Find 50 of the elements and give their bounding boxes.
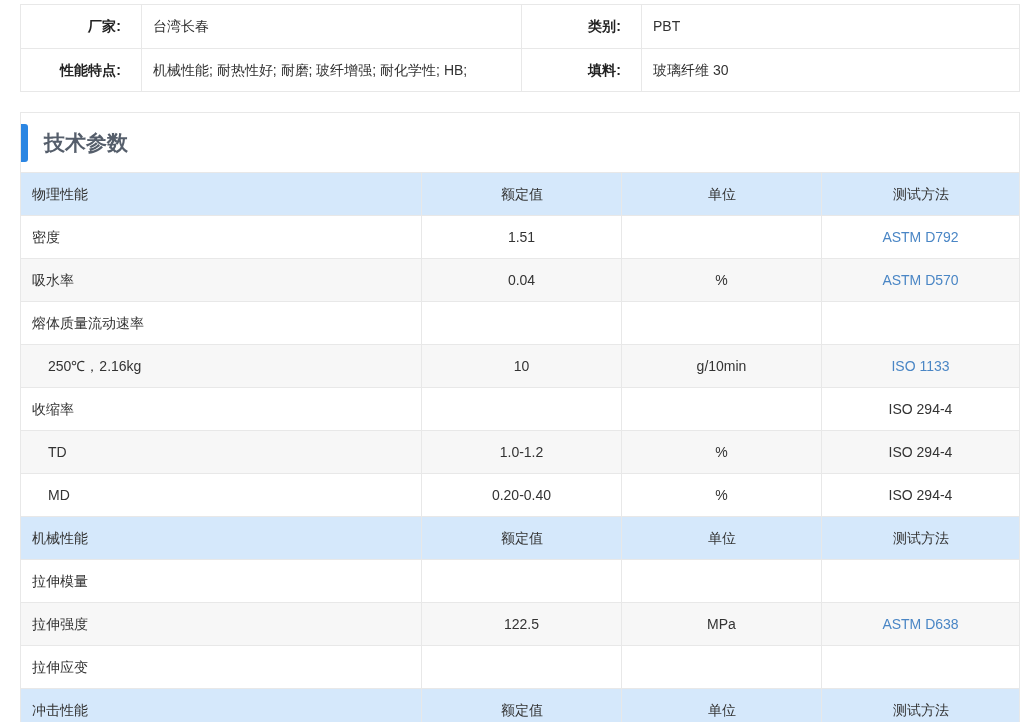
group-heading: 机械性能: [32, 528, 88, 548]
property-name: 熔体质量流动速率: [32, 313, 144, 333]
test-method-link[interactable]: ASTM D570: [882, 269, 959, 291]
unit-cell-text: %: [715, 485, 728, 505]
property-name: 吸水率: [32, 270, 74, 290]
test-method-link[interactable]: ISO 1133: [891, 355, 950, 377]
column-heading: 额定值: [500, 700, 543, 720]
value-cell-text: 1.51: [507, 227, 536, 247]
test-method-link[interactable]: ASTM D638: [882, 613, 959, 635]
group-heading: 物理性能: [32, 184, 88, 204]
test-method: ISO 294-4: [888, 399, 953, 419]
value-cell-text: 0.04: [507, 270, 536, 290]
test-method: ISO 294-4: [888, 485, 953, 505]
property-name: 拉伸强度: [32, 614, 88, 634]
field-label: 填料:: [588, 60, 621, 80]
field-value: 玻璃纤维 30: [653, 60, 729, 80]
property-name: 拉伸应变: [32, 657, 88, 677]
column-heading: 单位: [707, 700, 736, 720]
property-name: 收缩率: [32, 399, 74, 419]
column-heading: 单位: [707, 184, 736, 204]
test-method: ISO 294-4: [888, 442, 953, 462]
column-heading: 测试方法: [892, 700, 949, 720]
field-value: PBT: [653, 17, 681, 36]
unit-cell-text: %: [715, 270, 728, 290]
value-cell-text: 10: [513, 356, 530, 376]
unit-cell-text: %: [715, 442, 728, 462]
column-heading: 单位: [707, 528, 736, 548]
value-cell-text: 1.0-1.2: [499, 442, 544, 462]
column-heading: 测试方法: [892, 528, 949, 548]
group-heading: 冲击性能: [32, 700, 88, 720]
field-label: 类别:: [588, 17, 621, 36]
value-cell-text: 0.20-0.40: [491, 485, 552, 505]
field-value: 台湾长春: [153, 17, 209, 36]
field-label: 厂家:: [88, 17, 121, 36]
column-heading: 额定值: [500, 528, 543, 548]
property-name: MD: [48, 485, 70, 505]
field-value: 机械性能; 耐热性好; 耐磨; 玻纤增强; 耐化学性; HB;: [153, 60, 468, 80]
test-method-link[interactable]: ASTM D792: [882, 226, 959, 248]
accent-bar: [21, 123, 28, 162]
field-label: 性能特点:: [60, 60, 121, 80]
column-heading: 测试方法: [892, 184, 949, 204]
property-name: 密度: [32, 227, 60, 247]
column-heading: 额定值: [500, 184, 543, 204]
value-cell-text: 122.5: [503, 614, 539, 634]
unit-cell-text: g/10min: [696, 356, 747, 376]
section-title: 技术参数: [44, 129, 128, 156]
unit-cell-text: MPa: [707, 614, 736, 634]
property-name: 拉伸模量: [32, 571, 88, 591]
property-name: TD: [48, 442, 67, 462]
property-name: 250℃，2.16kg: [48, 356, 142, 376]
